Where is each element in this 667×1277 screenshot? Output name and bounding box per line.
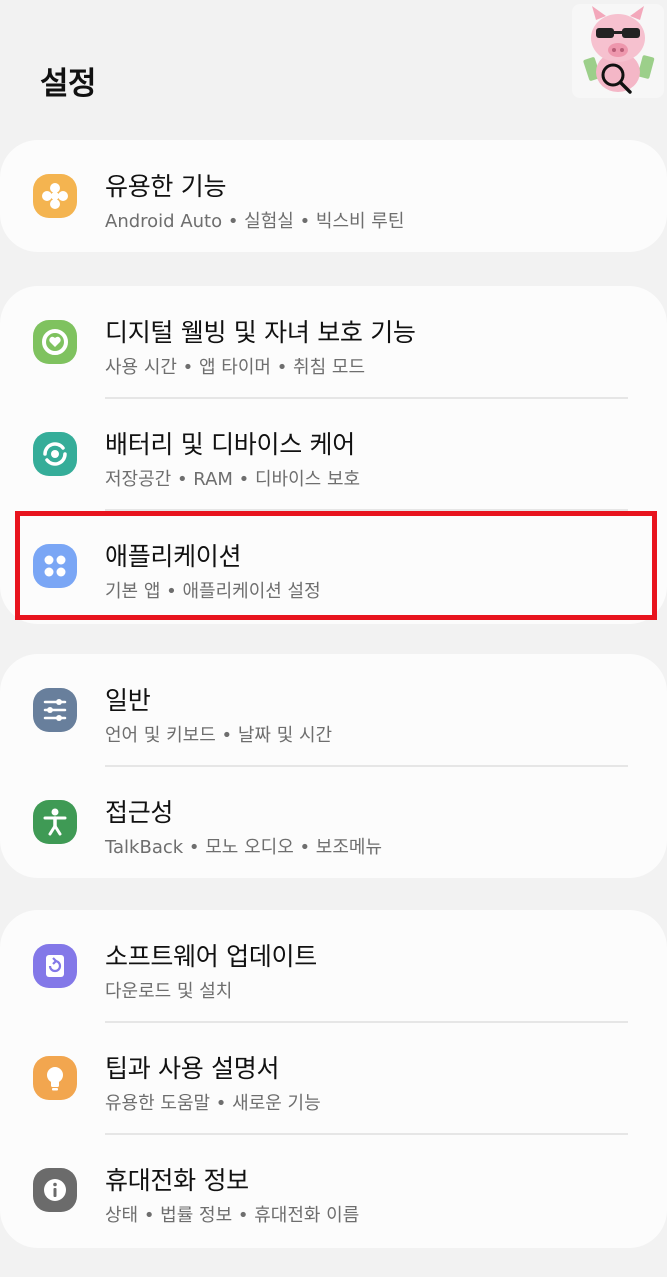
- puzzle-flower-icon: [33, 174, 77, 218]
- menu-item-subtitle: 언어 및 키보드 • 날짜 및 시간: [105, 725, 333, 746]
- menu-item-subtitle: Android Auto • 실험실 • 빅스비 루틴: [105, 211, 405, 232]
- settings-group-4: 소프트웨어 업데이트 다운로드 및 설치 팁과 사용 설명서 유용한 도움말 •…: [0, 910, 667, 1248]
- menu-item-title: 디지털 웰빙 및 자녀 보호 기능: [105, 318, 416, 347]
- menu-item-title: 유용한 기능: [105, 172, 227, 201]
- menu-item-subtitle: 유용한 도움말 • 새로운 기능: [105, 1093, 321, 1114]
- wellbeing-heart-icon: [33, 320, 77, 364]
- info-icon: [33, 1168, 77, 1212]
- settings-group-1: 유용한 기능 Android Auto • 실험실 • 빅스비 루틴: [0, 140, 667, 252]
- menu-item-title: 접근성: [105, 798, 174, 827]
- menu-item-tips-manual[interactable]: 팁과 사용 설명서 유용한 도움말 • 새로운 기능: [0, 1022, 667, 1134]
- header: 설정: [0, 0, 667, 140]
- menu-item-subtitle: 상태 • 법률 정보 • 휴대전화 이름: [105, 1205, 360, 1226]
- accessibility-person-icon: [33, 800, 77, 844]
- menu-item-battery-device-care[interactable]: 배터리 및 디바이스 케어 저장공간 • RAM • 디바이스 보호: [0, 398, 667, 510]
- menu-item-title: 소프트웨어 업데이트: [105, 942, 317, 971]
- menu-item-title: 배터리 및 디바이스 케어: [105, 430, 355, 459]
- lightbulb-icon: [33, 1056, 77, 1100]
- menu-item-subtitle: 다운로드 및 설치: [105, 981, 233, 1002]
- menu-item-general[interactable]: 일반 언어 및 키보드 • 날짜 및 시간: [0, 654, 667, 766]
- menu-item-useful-features[interactable]: 유용한 기능 Android Auto • 실험실 • 빅스비 루틴: [0, 140, 667, 252]
- search-icon[interactable]: [598, 60, 634, 96]
- menu-item-subtitle: TalkBack • 모노 오디오 • 보조메뉴: [105, 837, 383, 858]
- settings-group-3: 일반 언어 및 키보드 • 날짜 및 시간 접근성 TalkBack • 모노 …: [0, 654, 667, 878]
- menu-item-accessibility[interactable]: 접근성 TalkBack • 모노 오디오 • 보조메뉴: [0, 766, 667, 878]
- menu-item-title: 휴대전화 정보: [105, 1166, 249, 1195]
- highlight-box: [15, 511, 657, 620]
- page-title: 설정: [40, 66, 97, 102]
- menu-item-title: 팁과 사용 설명서: [105, 1054, 280, 1083]
- menu-item-digital-wellbeing[interactable]: 디지털 웰빙 및 자녀 보호 기능 사용 시간 • 앱 타이머 • 취침 모드: [0, 286, 667, 398]
- menu-item-software-update[interactable]: 소프트웨어 업데이트 다운로드 및 설치: [0, 910, 667, 1022]
- software-update-icon: [33, 944, 77, 988]
- menu-item-subtitle: 사용 시간 • 앱 타이머 • 취침 모드: [105, 357, 366, 378]
- menu-item-title: 일반: [105, 686, 151, 715]
- sliders-icon: [33, 688, 77, 732]
- menu-item-subtitle: 저장공간 • RAM • 디바이스 보호: [105, 469, 361, 490]
- menu-item-phone-info[interactable]: 휴대전화 정보 상태 • 법률 정보 • 휴대전화 이름: [0, 1134, 667, 1246]
- device-care-icon: [33, 432, 77, 476]
